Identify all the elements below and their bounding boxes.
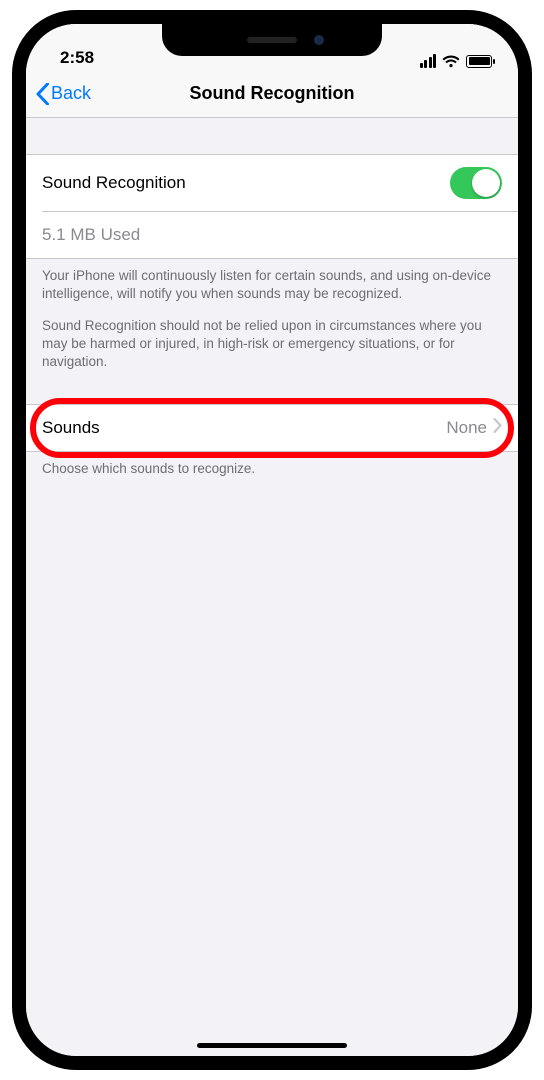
description-paragraph-1: Your iPhone will continuously listen for… — [42, 267, 502, 303]
page-title: Sound Recognition — [26, 83, 518, 104]
sounds-value: None — [446, 418, 493, 438]
device-frame: 2:58 Back Sound Recognition — [12, 10, 532, 1070]
sound-recognition-label: Sound Recognition — [42, 173, 186, 193]
chevron-left-icon — [36, 83, 49, 105]
chevron-right-icon — [493, 418, 502, 438]
content-scroll[interactable]: Sound Recognition 5.1 MB Used Your iPhon… — [26, 118, 518, 1056]
back-label: Back — [51, 83, 91, 104]
description-paragraph-2: Sound Recognition should not be relied u… — [42, 317, 502, 372]
nav-bar: Back Sound Recognition — [26, 70, 518, 118]
status-icons — [420, 54, 493, 68]
home-indicator[interactable] — [197, 1043, 347, 1048]
back-button[interactable]: Back — [36, 83, 91, 105]
sound-recognition-description: Your iPhone will continuously listen for… — [26, 259, 518, 380]
sounds-footer: Choose which sounds to recognize. — [26, 452, 518, 486]
battery-icon — [466, 55, 492, 68]
sounds-row-highlight: Sounds None — [26, 404, 518, 452]
storage-used-label: 5.1 MB Used — [42, 225, 140, 245]
storage-used-row: 5.1 MB Used — [26, 212, 518, 258]
cellular-signal-icon — [420, 54, 437, 68]
sound-recognition-toggle-row[interactable]: Sound Recognition — [26, 155, 518, 211]
sounds-footer-text: Choose which sounds to recognize. — [42, 460, 502, 478]
sounds-row[interactable]: Sounds None — [26, 405, 518, 451]
device-notch — [162, 24, 382, 56]
sound-recognition-toggle[interactable] — [450, 167, 502, 199]
sound-recognition-group: Sound Recognition 5.1 MB Used — [26, 154, 518, 259]
status-time: 2:58 — [60, 48, 94, 68]
screen: 2:58 Back Sound Recognition — [26, 24, 518, 1056]
wifi-icon — [442, 55, 460, 68]
sounds-label: Sounds — [42, 418, 100, 438]
